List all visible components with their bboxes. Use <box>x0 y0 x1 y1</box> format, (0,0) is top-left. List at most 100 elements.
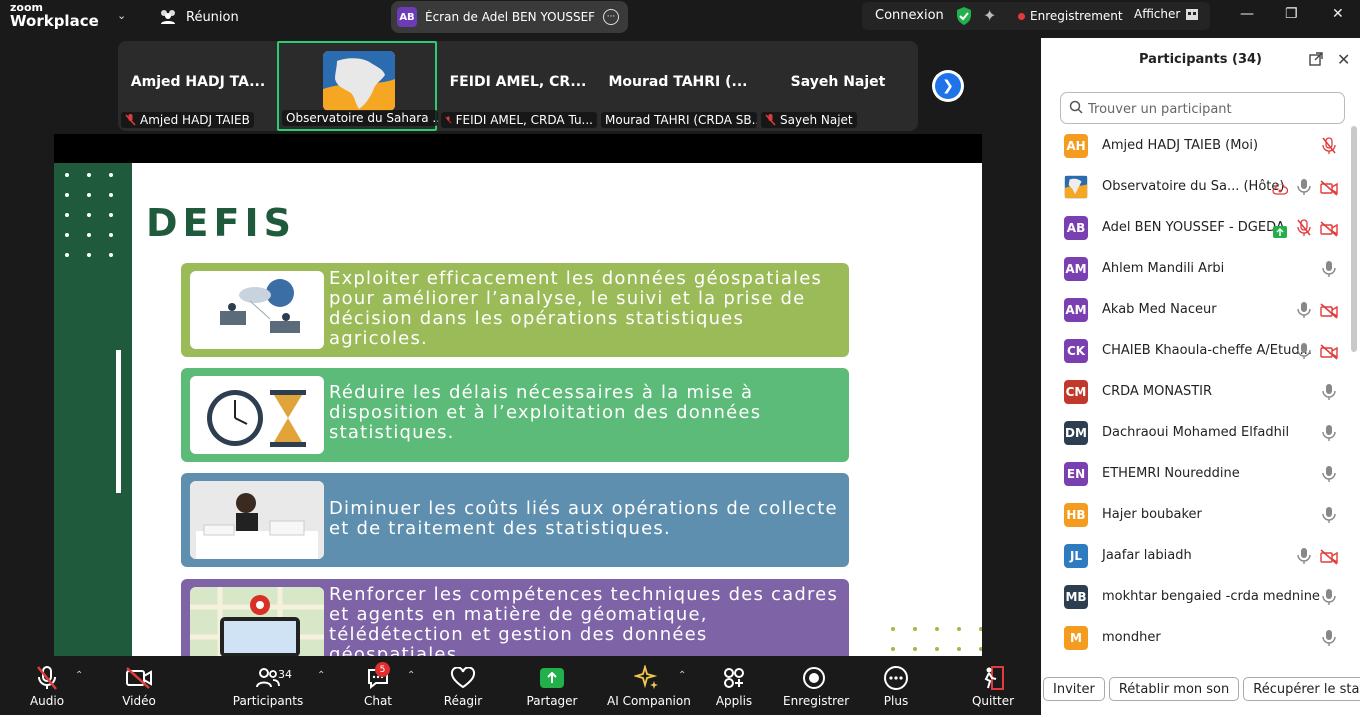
participant-row[interactable]: CM CRDA MONASTIR <box>1041 374 1351 415</box>
panel-actions: Inviter Rétablir mon son Récupérer le st… <box>1043 677 1360 701</box>
mic-muted-icon <box>37 666 57 690</box>
mic-icon[interactable] <box>1321 260 1337 278</box>
mic-icon[interactable] <box>1296 547 1312 565</box>
mic-muted-icon <box>125 114 136 126</box>
slide-card-3: Diminuer les coûts liés aux opérations d… <box>181 473 849 567</box>
participant-row[interactable]: AM Ahlem Mandili Arbi <box>1041 251 1351 292</box>
participant-name: Amjed HADJ TAIEB (Moi) <box>1102 138 1259 153</box>
card-text: Renforcer les compétences techniques des… <box>329 584 839 657</box>
connexion-button[interactable]: Connexion <box>875 8 944 23</box>
participant-name: Akab Med Naceur <box>1102 302 1217 317</box>
mic-icon[interactable] <box>1296 178 1312 196</box>
chevron-right-icon: ❯ <box>935 73 961 99</box>
close-window-icon[interactable]: ✕ <box>1332 6 1344 22</box>
avatar: CK <box>1064 339 1088 363</box>
mic-icon[interactable] <box>1321 424 1337 442</box>
participant-row[interactable]: AB Adel BEN YOUSSEF - DGEDA <box>1041 210 1351 251</box>
mic-icon[interactable] <box>1296 342 1312 360</box>
search-box[interactable] <box>1060 92 1345 124</box>
avatar: AM <box>1064 257 1088 281</box>
participant-row[interactable]: DM Dachraoui Mohamed Elfadhil <box>1041 415 1351 456</box>
participant-row[interactable]: CK CHAIEB Khaoula-cheffe A/Etud... <box>1041 333 1351 374</box>
logo-line2: Workplace <box>10 12 99 30</box>
unmute-me-button[interactable]: Rétablir mon son <box>1108 677 1240 701</box>
mic-muted-icon[interactable] <box>1321 137 1337 155</box>
thumb-name: Sayeh Najet <box>790 74 886 90</box>
reclaim-host-button[interactable]: Récupérer le statut d <box>1243 677 1360 701</box>
heart-icon <box>450 667 476 689</box>
view-button[interactable]: Afficher <box>1134 7 1199 21</box>
thumb-label: Observatoire du Sahara ... <box>286 111 438 125</box>
participants-options-chevron-icon[interactable]: ⌃ <box>317 670 325 681</box>
minimize-icon[interactable]: — <box>1240 6 1254 22</box>
scrollbar[interactable] <box>1351 126 1357 352</box>
audio-options-chevron-icon[interactable]: ⌃ <box>75 670 83 681</box>
video-off-icon <box>1320 180 1338 198</box>
participant-row[interactable]: EN ETHEMRI Noureddine <box>1041 456 1351 497</box>
participant-name: Hajer boubaker <box>1102 507 1202 522</box>
shield-icon[interactable] <box>955 6 973 26</box>
next-page-button[interactable]: ❯ <box>932 70 964 102</box>
record-button[interactable]: Enregistrer <box>783 664 849 708</box>
thumb-2[interactable]: FEIDI AMEL, CR... FEIDI AMEL, CRDA Tu... <box>438 41 598 131</box>
chat-label: Chat <box>363 694 393 708</box>
participant-row[interactable]: MB mokhtar bengaied -crda mednine <box>1041 579 1351 620</box>
participant-name: Observatoire du Sa... (Hôte) <box>1102 179 1285 194</box>
meeting-info-button[interactable]: Réunion <box>158 9 239 25</box>
share-title: Écran de Adel BEN YOUSSEF - DGEDA <box>425 10 595 24</box>
audio-button[interactable]: Audio <box>22 664 72 708</box>
mic-icon[interactable] <box>1321 383 1337 401</box>
thumb-tag: Amjed HADJ TAIEB <box>121 112 254 128</box>
meeting-toolbar: Audio ⌃ Vidéo 34 Participants ⌃ 5 Chat ⌃… <box>0 656 1041 715</box>
zoom-logo: zoom Workplace <box>10 2 99 29</box>
chat-options-chevron-icon[interactable]: ⌃ <box>407 670 415 681</box>
share-button[interactable]: Partager <box>526 664 578 708</box>
react-button[interactable]: Réagir <box>440 664 486 708</box>
participant-list: AH Amjed HADJ TAIEB (Moi) Observatoire du … <box>1041 128 1351 661</box>
more-options-icon[interactable]: ··· <box>603 9 619 25</box>
avatar: AM <box>1064 298 1088 322</box>
card-text: Exploiter efficacement les données géosp… <box>329 268 823 349</box>
participant-row[interactable]: JL Jaafar labiadh <box>1041 538 1351 579</box>
view-label: Afficher <box>1134 7 1181 21</box>
apps-button[interactable]: Applis <box>711 664 757 708</box>
popout-icon[interactable] <box>1309 52 1323 66</box>
thumb-tag: FEIDI AMEL, CRDA Tu... <box>441 112 597 128</box>
observatoire-logo-image <box>323 51 395 111</box>
ai-sparkle-icon[interactable]: ✦ <box>983 6 996 25</box>
mic-icon[interactable] <box>1321 506 1337 524</box>
recording-indicator[interactable]: Enregistrement <box>1018 9 1123 23</box>
video-button[interactable]: Vidéo <box>114 664 164 708</box>
thumb-0[interactable]: Amjed HADJ TA... Amjed HADJ TAIEB <box>118 41 278 131</box>
participants-button[interactable]: 34 Participants <box>232 664 304 708</box>
more-button[interactable]: Plus <box>873 664 919 708</box>
video-off-icon <box>126 667 152 689</box>
mic-muted-icon[interactable] <box>1296 219 1312 237</box>
mic-icon[interactable] <box>1296 301 1312 319</box>
close-panel-icon[interactable]: ✕ <box>1337 50 1350 69</box>
thumb-1[interactable]: Observatoire du Sahara ... <box>277 41 438 131</box>
ai-options-chevron-icon[interactable]: ⌃ <box>678 670 686 681</box>
screen-share-pill[interactable]: AB Écran de Adel BEN YOUSSEF - DGEDA ··· <box>391 1 628 33</box>
mic-icon[interactable] <box>1321 465 1337 483</box>
thumb-3[interactable]: Mourad TAHRI (... Mourad TAHRI (CRDA SB.… <box>598 41 758 131</box>
quit-button[interactable]: Quitter <box>970 664 1016 708</box>
cloud-record-icon <box>1272 181 1289 199</box>
mic-icon[interactable] <box>1321 588 1337 606</box>
participant-row[interactable]: Observatoire du Sa... (Hôte) <box>1041 169 1351 210</box>
maximize-icon[interactable]: ❐ <box>1285 6 1298 22</box>
chat-button[interactable]: 5 Chat <box>355 662 401 708</box>
participant-row[interactable]: HB Hajer boubaker <box>1041 497 1351 538</box>
thumb-4[interactable]: Sayeh Najet Sayeh Najet <box>758 41 918 131</box>
invite-button[interactable]: Inviter <box>1043 677 1105 701</box>
exit-icon <box>984 666 1004 690</box>
slide-side-band <box>54 163 132 656</box>
share-label: Partager <box>526 694 578 708</box>
participant-row[interactable]: Mmondher <box>1041 620 1351 661</box>
participant-row[interactable]: AM Akab Med Naceur <box>1041 292 1351 333</box>
mic-icon[interactable] <box>1321 629 1337 647</box>
participant-row[interactable]: AH Amjed HADJ TAIEB (Moi) <box>1041 128 1351 169</box>
search-input[interactable] <box>1088 99 1338 119</box>
chevron-down-icon[interactable]: ⌄ <box>117 9 126 22</box>
ai-companion-button[interactable]: AI Companion <box>607 664 691 708</box>
